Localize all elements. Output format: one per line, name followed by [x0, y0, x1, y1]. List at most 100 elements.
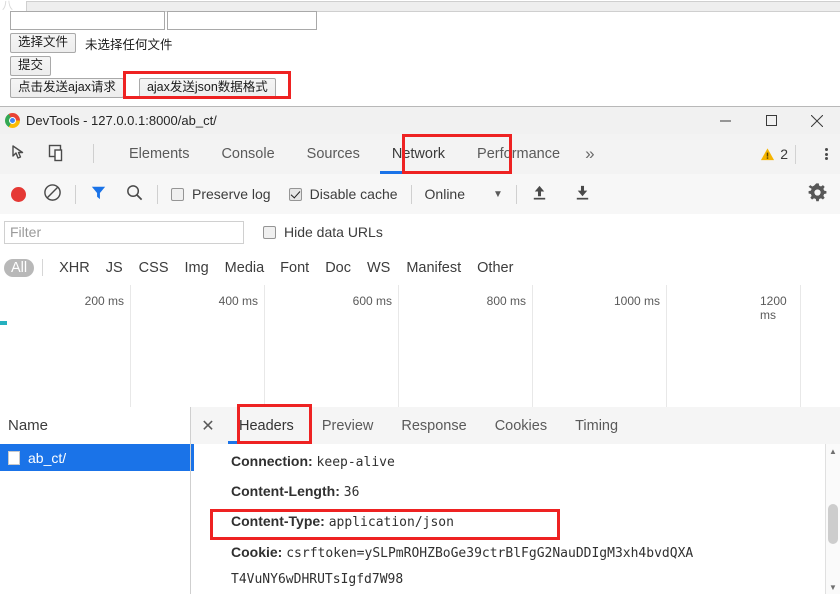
hide-data-urls-checkbox[interactable] [263, 225, 276, 239]
detail-scrollbar[interactable]: ▲ ▼ [825, 444, 840, 594]
maximize-icon[interactable] [748, 107, 794, 134]
type-filter-other[interactable]: Other [470, 259, 520, 277]
disable-cache-checkbox[interactable] [288, 187, 302, 201]
scroll-down-icon[interactable]: ▼ [826, 580, 840, 594]
network-toolbar: Preserve log Disable cache Online ▼ [0, 174, 840, 215]
tab-strip-divider [93, 144, 94, 163]
timeline-tick-800: 800 ms [486, 294, 526, 308]
type-filter-font[interactable]: Font [273, 259, 316, 277]
search-icon[interactable] [125, 183, 144, 205]
header-value: T4VuNY6wDHRUTsIgfd7W98 [231, 572, 404, 587]
detail-tab-cookies[interactable]: Cookies [481, 407, 561, 444]
timeline-tick-200: 200 ms [84, 294, 124, 308]
header-key: Cookie: [231, 544, 283, 560]
header-row-cookie: Cookie: csrftoken=ySLPmROHZBoGe39ctrBlFg… [231, 544, 693, 562]
devtools-tab-strip: Elements Console Sources Network Perform… [0, 134, 840, 175]
detail-tab-timing[interactable]: Timing [561, 407, 632, 444]
device-toolbar-icon[interactable] [45, 141, 69, 165]
close-icon[interactable]: ✕ [191, 416, 225, 436]
timeline-gridline [398, 285, 399, 407]
network-timeline-overview[interactable]: 200 ms 400 ms 600 ms 800 ms 1000 ms 1200… [0, 285, 840, 408]
devtools-tool-icons [8, 141, 69, 165]
type-filter-doc[interactable]: Doc [318, 259, 358, 277]
choose-file-button[interactable]: 选择文件 [10, 33, 77, 53]
upload-icon[interactable] [530, 183, 549, 205]
throttling-select[interactable]: Online ▼ [425, 186, 503, 202]
timeline-gridline [130, 285, 131, 407]
close-icon[interactable] [794, 107, 840, 134]
record-icon[interactable] [11, 186, 26, 202]
chevron-down-icon: ▼ [493, 188, 503, 200]
disable-cache-toggle[interactable]: Disable cache [288, 186, 398, 202]
network-filter-row: Filter Hide data URLs [0, 214, 840, 251]
toolbar-divider-4 [515, 184, 517, 204]
file-status-label: 未选择任何文件 [85, 37, 173, 52]
tab-performance[interactable]: Performance [461, 134, 576, 174]
requests-table-header[interactable]: Name [0, 407, 191, 445]
scroll-up-icon[interactable]: ▲ [826, 444, 840, 458]
timeline-request-bar [0, 321, 7, 325]
detail-tab-headers[interactable]: Headers [225, 407, 308, 444]
timeline-tick-1000: 1000 ms [613, 294, 660, 308]
text-input-a[interactable] [10, 11, 165, 30]
devtools-title-bar: DevTools - 127.0.0.1:8000/ab_ct/ [0, 107, 840, 135]
devtools-tabs: Elements Console Sources Network Perform… [113, 134, 604, 174]
text-input-b[interactable] [167, 11, 317, 30]
download-icon[interactable] [573, 183, 592, 205]
devtools-title-text: DevTools - 127.0.0.1:8000/ab_ct/ [26, 113, 217, 128]
submit-button[interactable]: 提交 [10, 56, 52, 76]
screen-root: 八 选择文件 未选择任何文件 提交 点击发送ajax请求 ajax发送json数… [0, 0, 840, 594]
type-filter-ws[interactable]: WS [360, 259, 397, 277]
clear-icon[interactable] [43, 183, 62, 205]
tab-elements[interactable]: Elements [113, 134, 205, 174]
type-filter-manifest[interactable]: Manifest [399, 259, 468, 277]
chrome-logo-icon [5, 113, 20, 128]
filter-placeholder: Filter [10, 224, 42, 240]
send-ajax-json-button[interactable]: ajax发送json数据格式 [138, 78, 276, 98]
type-filter-img[interactable]: Img [178, 259, 216, 277]
tab-network[interactable]: Network [376, 134, 461, 174]
header-row-content-type: Content-Type: application/json [231, 513, 454, 531]
submit-row: 提交 [10, 56, 52, 76]
gear-icon[interactable] [807, 182, 828, 206]
timeline-tick-1200: 1200 ms [760, 294, 787, 322]
scrollbar-thumb[interactable] [828, 504, 838, 544]
timeline-tick-600: 600 ms [352, 294, 392, 308]
header-value: 36 [343, 485, 360, 500]
minimize-icon[interactable] [702, 107, 748, 134]
toolbar-divider-1 [75, 184, 76, 204]
window-controls [702, 107, 840, 134]
more-tabs-chevron-icon[interactable]: » [576, 144, 603, 164]
warning-indicator[interactable]: 2 [760, 134, 788, 174]
filter-icon[interactable] [89, 183, 108, 205]
ajax-buttons-row: 点击发送ajax请求 ajax发送json数据格式 [10, 78, 276, 98]
type-filter-xhr[interactable]: XHR [52, 259, 97, 277]
send-ajax-button[interactable]: 点击发送ajax请求 [10, 78, 124, 98]
request-detail-tabs: ✕ Headers Preview Response Cookies Timin… [191, 407, 840, 445]
devtools-more-options-icon[interactable] [825, 134, 828, 174]
file-upload-row: 选择文件 未选择任何文件 [10, 33, 173, 53]
header-key: Connection: [231, 453, 313, 469]
throttling-value: Online [424, 186, 465, 202]
devtools-window: DevTools - 127.0.0.1:8000/ab_ct/ Element… [0, 106, 840, 594]
browser-page-content: 八 选择文件 未选择任何文件 提交 点击发送ajax请求 ajax发送json数… [0, 0, 840, 106]
detail-tab-preview[interactable]: Preview [308, 407, 388, 444]
detail-tab-response[interactable]: Response [387, 407, 480, 444]
table-row[interactable]: ab_ct/ [0, 444, 190, 471]
type-filter-js[interactable]: JS [99, 259, 130, 277]
filter-input[interactable]: Filter [4, 220, 244, 244]
type-filter-all[interactable]: All [4, 258, 35, 277]
hide-data-urls-toggle[interactable]: Hide data URLs [263, 224, 383, 240]
preserve-log-toggle[interactable]: Preserve log [171, 186, 271, 202]
header-row-connection: Connection: keep-alive [231, 453, 395, 471]
toolbar-divider-2 [157, 184, 158, 204]
warning-triangle-icon [761, 147, 775, 160]
type-filter-media[interactable]: Media [218, 259, 272, 277]
type-filter-css[interactable]: CSS [132, 259, 176, 277]
inspect-element-icon[interactable] [8, 141, 32, 165]
preserve-log-checkbox[interactable] [171, 187, 184, 201]
resource-type-filters: All XHR JS CSS Img Media Font Doc WS Man… [0, 250, 840, 286]
tab-sources[interactable]: Sources [291, 134, 376, 174]
selection-indicator [191, 444, 194, 471]
tab-console[interactable]: Console [205, 134, 290, 174]
